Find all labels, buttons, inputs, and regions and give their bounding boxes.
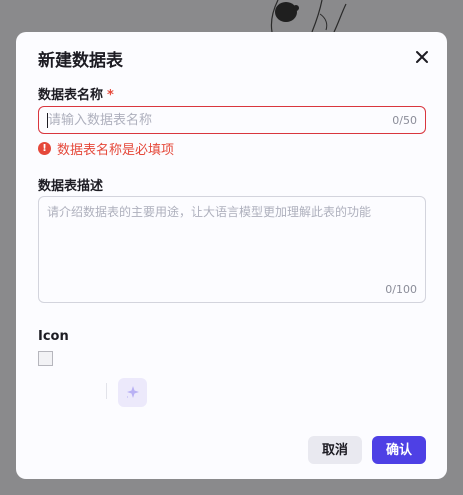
- icon-section-label: Icon: [38, 329, 69, 344]
- name-field-label: 数据表名称 *: [38, 84, 114, 103]
- background-illustration: [270, 0, 347, 32]
- dialog-title: 新建数据表: [38, 51, 123, 71]
- ai-generate-icon-button[interactable]: [118, 378, 147, 407]
- close-icon[interactable]: [413, 48, 431, 66]
- divider: [106, 383, 107, 399]
- name-error-text: 数据表名称是必填项: [57, 142, 175, 158]
- error-circle-icon: !: [38, 141, 51, 155]
- name-char-counter: 0/50: [392, 114, 417, 127]
- create-table-dialog: 新建数据表 数据表名称* 0/50 ! 数据表名称是必填项 数据表描述 0/10…: [16, 32, 447, 479]
- required-mark: *: [107, 88, 114, 103]
- sparkle-icon: [127, 386, 139, 398]
- cancel-button[interactable]: 取消: [308, 436, 362, 464]
- name-input-container[interactable]: 0/50: [38, 106, 426, 134]
- confirm-button[interactable]: 确认: [372, 436, 426, 464]
- name-error-message: ! 数据表名称是必填项: [38, 140, 175, 158]
- desc-input-container[interactable]: 0/100: [38, 196, 426, 303]
- desc-char-counter: 0/100: [385, 283, 417, 296]
- text-caret: [47, 113, 48, 128]
- table-name-input[interactable]: [47, 107, 387, 133]
- name-label-text: 数据表名称: [38, 88, 104, 103]
- broken-image-icon[interactable]: [38, 351, 53, 366]
- table-description-input[interactable]: [47, 203, 417, 273]
- desc-field-label: 数据表描述: [38, 179, 104, 194]
